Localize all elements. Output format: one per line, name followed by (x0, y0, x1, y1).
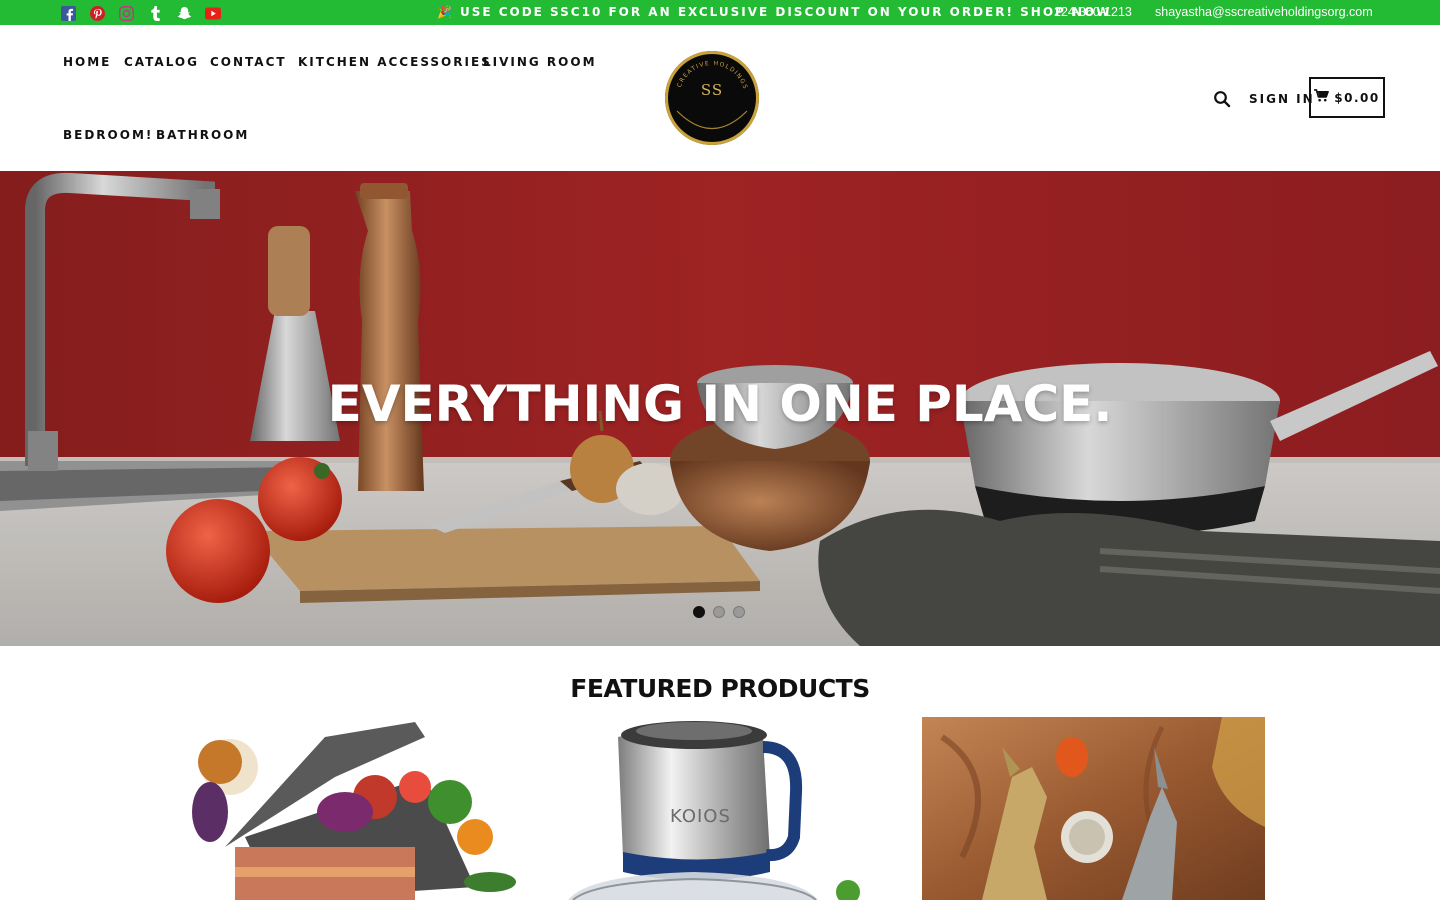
product-card-3[interactable] (922, 717, 1265, 900)
nav-item-bedroom[interactable]: BEDROOM! (63, 128, 153, 142)
nav-item-bathroom[interactable]: BATHROOM (156, 128, 249, 142)
promo-text: USE CODE SSC10 FOR AN EXCLUSIVE DISCOUNT… (459, 5, 1112, 19)
cart-button[interactable]: $0.00 (1309, 77, 1385, 118)
pinterest-icon[interactable] (89, 5, 105, 21)
product-card-2[interactable]: KOIOS (548, 717, 891, 900)
promo-link[interactable]: 🎉 USE CODE SSC10 FOR AN EXCLUSIVE DISCOUN… (437, 0, 1111, 25)
koios-brand-text: KOIOS (670, 806, 731, 827)
hero-title: EVERYTHING IN ONE PLACE. (327, 375, 1113, 433)
slide-dot-2[interactable] (713, 606, 725, 618)
cart-total: $0.00 (1334, 90, 1380, 105)
announcement-bar: 🎉 USE CODE SSC10 FOR AN EXCLUSIVE DISCOUN… (0, 0, 1440, 25)
slide-dot-3[interactable] (733, 606, 745, 618)
social-links (60, 5, 221, 21)
nav-item-kitchen-accessories[interactable]: KITCHEN ACCESSORIES (298, 55, 492, 69)
cart-icon (1314, 88, 1330, 107)
snapchat-icon[interactable] (176, 5, 192, 21)
nav-item-contact[interactable]: CONTACT (210, 55, 287, 69)
nav-item-home[interactable]: HOME (63, 55, 111, 69)
email-link[interactable]: shayastha@sscreativeholdingsorg.com (1155, 0, 1373, 25)
hero-slideshow: EVERYTHING IN ONE PLACE. (0, 171, 1440, 646)
phone-link[interactable]: 224-360-1213 (1054, 0, 1132, 25)
vegetable-chopper-image (192, 722, 516, 900)
nav-item-catalog[interactable]: CATALOG (124, 55, 199, 69)
facebook-icon[interactable] (60, 5, 76, 21)
party-emoji-icon: 🎉 (437, 5, 454, 19)
site-header: HOME CATALOG CONTACT KITCHEN ACCESSORIES… (0, 25, 1440, 171)
logo-monogram: SS (700, 81, 724, 99)
food-processor-image: KOIOS (568, 721, 860, 900)
featured-products-heading: FEATURED PRODUCTS (570, 674, 870, 703)
instagram-icon[interactable] (118, 5, 134, 21)
site-logo[interactable]: CREATIVE HOLDINGS SS (665, 51, 759, 145)
product-card-1[interactable] (175, 717, 518, 900)
nav-item-living-room[interactable]: LIVING ROOM (483, 55, 597, 69)
slide-dot-1[interactable] (693, 606, 705, 618)
fish-bottle-opener-image (922, 717, 1265, 900)
tumblr-icon[interactable] (147, 5, 163, 21)
slideshow-dots (693, 606, 745, 618)
youtube-icon[interactable] (205, 5, 221, 21)
sign-in-link[interactable]: SIGN IN (1249, 92, 1315, 106)
search-icon[interactable] (1213, 90, 1231, 108)
